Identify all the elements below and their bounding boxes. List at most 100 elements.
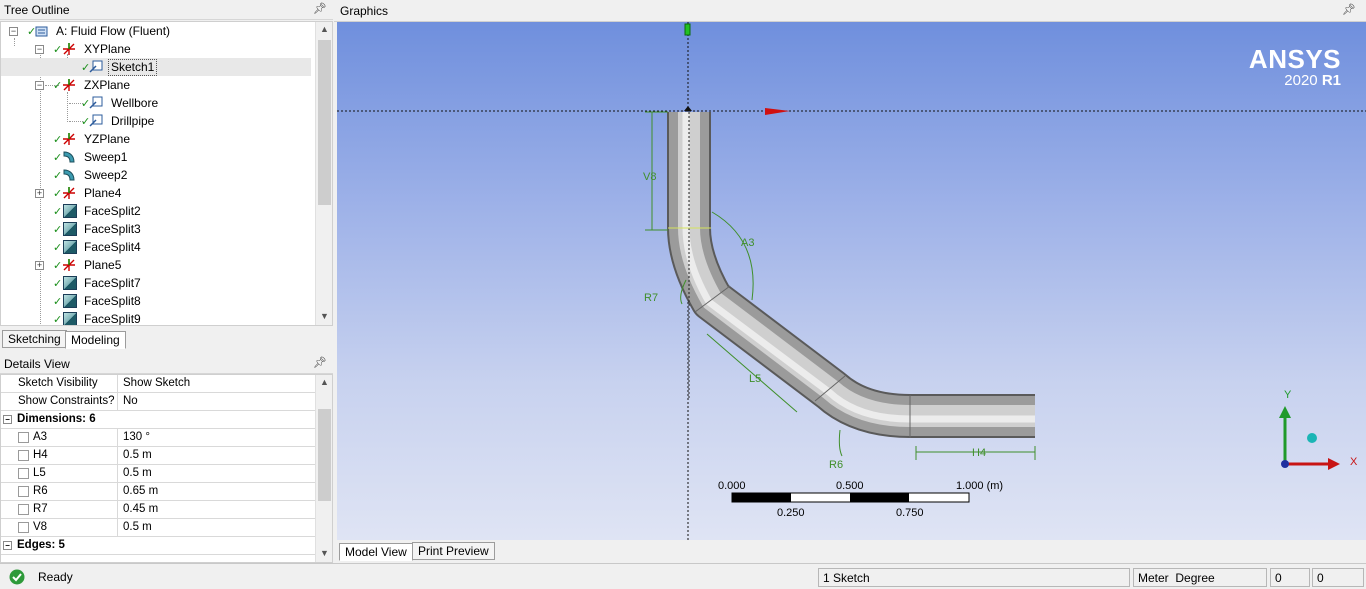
y-axis-marker xyxy=(684,23,691,36)
details-row-dimension[interactable]: L5 0.5 m xyxy=(1,465,316,483)
tree-item-root[interactable]: − ✓ A: Fluid Flow (Fluent) xyxy=(1,22,311,40)
units-field[interactable]: Meter Degree xyxy=(1133,568,1267,587)
tree-item-sketch1[interactable]: ✓ Sketch1 xyxy=(1,58,311,76)
tree-item-drillpipe[interactable]: ✓ Drillpipe xyxy=(1,112,311,130)
tree-item-facesplit4[interactable]: ✓ FaceSplit4 xyxy=(1,238,311,256)
tree-item-facesplit7[interactable]: ✓ FaceSplit7 xyxy=(1,274,311,292)
mode-tabs: Sketching Modeling xyxy=(0,328,333,350)
dim-label-h4: H4 xyxy=(972,447,986,459)
dim-label-r7: R7 xyxy=(644,292,658,304)
tree-outline: − ✓ A: Fluid Flow (Fluent) − ✓ XYPlane ✓… xyxy=(0,21,333,326)
pin-icon[interactable]: 📌︎ xyxy=(313,2,327,15)
model-root-icon xyxy=(35,26,48,37)
ansys-version: 2020 xyxy=(1284,72,1318,89)
plane-axes-icon xyxy=(63,133,75,145)
check-icon: ✓ xyxy=(53,152,63,164)
graphics-title: Graphics xyxy=(340,4,389,18)
sketch-icon xyxy=(89,96,103,109)
tree-scroll-thumb[interactable] xyxy=(318,40,331,205)
check-icon: ✓ xyxy=(53,278,63,290)
tree-outline-header: Tree Outline 📌︎ xyxy=(0,0,333,20)
status-field-1: 0 xyxy=(1270,568,1310,587)
tab-model-view[interactable]: Model View xyxy=(339,543,413,561)
tree-item-sweep1[interactable]: ✓ Sweep1 xyxy=(1,148,311,166)
collapse-icon[interactable]: − xyxy=(3,541,12,550)
expand-icon[interactable]: + xyxy=(35,189,44,198)
model-canvas[interactable]: V8 A3 R7 L5 R6 H4 0.000 0.500 1.000 (m) … xyxy=(337,22,1366,540)
scroll-up-icon[interactable]: ▲ xyxy=(316,377,332,387)
tree-item-xyplane[interactable]: − ✓ XYPlane xyxy=(1,40,311,58)
face-split-icon xyxy=(63,294,77,308)
collapse-icon[interactable]: − xyxy=(3,415,12,424)
status-text: Ready xyxy=(38,570,73,584)
dim-label-r6: R6 xyxy=(829,459,843,471)
tree-item-facesplit2[interactable]: ✓ FaceSplit2 xyxy=(1,202,311,220)
plane-axes-icon xyxy=(63,79,75,91)
details-row-show-constraints[interactable]: Show Constraints? No xyxy=(1,393,316,411)
sketch-icon xyxy=(89,60,103,73)
dim-label-l5: L5 xyxy=(749,373,761,385)
details-row-dimension[interactable]: A3 130 ° xyxy=(1,429,316,447)
details-group-dimensions[interactable]: − Dimensions: 6 xyxy=(1,411,316,429)
details-scrollbar[interactable]: ▲ ▼ xyxy=(315,375,332,562)
tab-sketching[interactable]: Sketching xyxy=(2,330,67,348)
tree-item-facesplit9[interactable]: ✓ FaceSplit9 xyxy=(1,310,311,326)
details-row-dimension[interactable]: R7 0.45 m xyxy=(1,501,316,519)
scale-tick-750: 0.750 xyxy=(896,507,924,519)
check-icon: ✓ xyxy=(53,206,63,218)
sweep-icon xyxy=(63,151,75,163)
collapse-icon[interactable]: − xyxy=(35,81,44,90)
pin-icon[interactable]: 📌︎ xyxy=(1342,3,1356,16)
collapse-icon[interactable]: − xyxy=(35,45,44,54)
tree-item-facesplit8[interactable]: ✓ FaceSplit8 xyxy=(1,292,311,310)
left-panel: Tree Outline 📌︎ − ✓ A: Fluid Flow (Fluen… xyxy=(0,0,333,563)
ansys-logo: ANSYS 2020 R1 xyxy=(1249,46,1341,88)
origin-marker xyxy=(684,106,692,111)
scale-tick-1000: 1.000 (m) xyxy=(956,480,1003,492)
pipe-outline xyxy=(667,112,1035,438)
check-icon: ✓ xyxy=(53,44,63,56)
scroll-up-icon[interactable]: ▲ xyxy=(316,24,332,34)
tree-item-facesplit3[interactable]: ✓ FaceSplit3 xyxy=(1,220,311,238)
expand-icon[interactable]: + xyxy=(35,261,44,270)
details-row-dimension[interactable]: H4 0.5 m xyxy=(1,447,316,465)
status-field-2: 0 xyxy=(1312,568,1364,587)
tree-item-plane4[interactable]: + ✓ Plane4 xyxy=(1,184,311,202)
pin-icon[interactable]: 📌︎ xyxy=(313,356,327,369)
selection-info: 1 Sketch xyxy=(818,568,1130,587)
details-row-dimension[interactable]: R6 0.65 m xyxy=(1,483,316,501)
plane-axes-icon xyxy=(63,259,75,271)
details-scroll-thumb[interactable] xyxy=(318,409,331,501)
check-icon: ✓ xyxy=(53,170,63,182)
triad-x-label: X xyxy=(1350,456,1358,468)
tree-scrollbar[interactable]: ▲ ▼ xyxy=(315,22,332,325)
scroll-down-icon[interactable]: ▼ xyxy=(316,548,332,558)
tree-item-yzplane[interactable]: ✓ YZPlane xyxy=(1,130,311,148)
check-icon: ✓ xyxy=(53,242,63,254)
tree-item-plane5[interactable]: + ✓ Plane5 xyxy=(1,256,311,274)
tree-item-zxplane[interactable]: − ✓ ZXPlane xyxy=(1,76,311,94)
tree-item-sweep2[interactable]: ✓ Sweep2 xyxy=(1,166,311,184)
graphics-header: Graphics 📌︎ xyxy=(334,0,1366,22)
plane-axes-icon xyxy=(63,187,75,199)
triad-y-label: Y xyxy=(1284,389,1292,401)
scroll-down-icon[interactable]: ▼ xyxy=(316,311,332,321)
check-icon: ✓ xyxy=(53,296,63,308)
plane-axes-icon xyxy=(63,43,75,55)
face-split-icon xyxy=(63,312,77,325)
check-icon: ✓ xyxy=(53,134,63,146)
details-group-edges[interactable]: − Edges: 5 xyxy=(1,537,316,555)
check-icon: ✓ xyxy=(53,314,63,326)
tab-modeling[interactable]: Modeling xyxy=(65,331,126,349)
tree-outline-title: Tree Outline xyxy=(4,3,70,17)
details-row-sketch-visibility[interactable]: Sketch Visibility Show Sketch xyxy=(1,375,316,393)
face-split-icon xyxy=(63,204,77,218)
details-row-dimension[interactable]: V8 0.5 m xyxy=(1,519,316,537)
check-icon: ✓ xyxy=(53,224,63,236)
tree-item-wellbore[interactable]: ✓ Wellbore xyxy=(1,94,311,112)
graphics-viewport[interactable]: V8 A3 R7 L5 R6 H4 0.000 0.500 1.000 (m) … xyxy=(337,22,1366,540)
scale-tick-0: 0.000 xyxy=(718,480,746,492)
scale-bar xyxy=(731,492,970,503)
tab-print-preview[interactable]: Print Preview xyxy=(412,542,495,560)
collapse-icon[interactable]: − xyxy=(9,27,18,36)
